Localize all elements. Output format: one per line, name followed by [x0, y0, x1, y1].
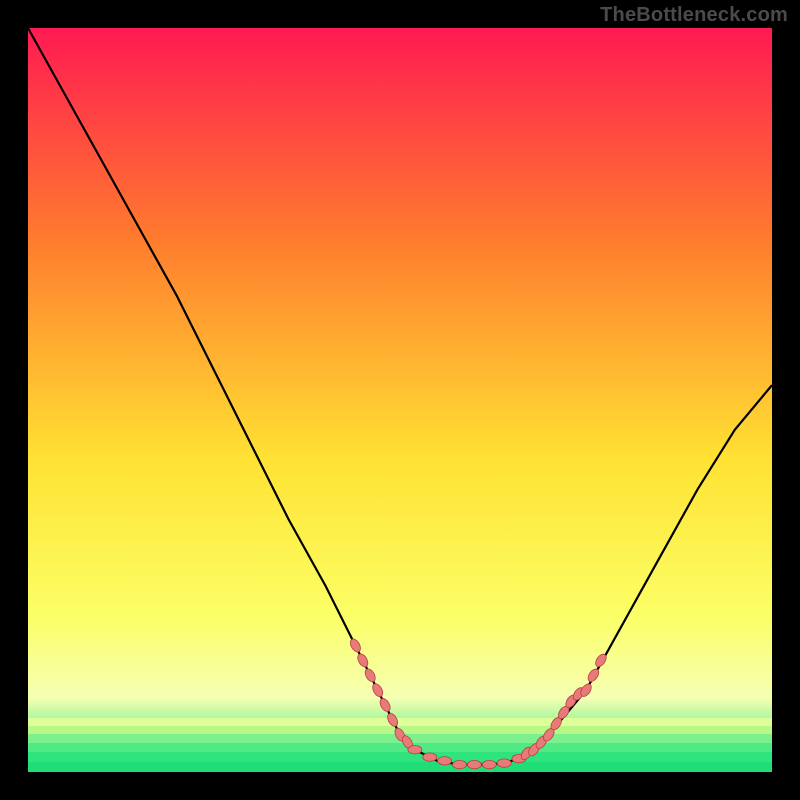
chart-frame: TheBottleneck.com [0, 0, 800, 800]
curve-marker [348, 637, 362, 653]
curve-marker [467, 760, 481, 768]
plot-area [28, 28, 772, 772]
curve-marker [356, 652, 370, 668]
curve-marker [371, 682, 385, 698]
curve-marker [363, 667, 377, 683]
curve-marker [438, 757, 452, 765]
curve-layer [28, 28, 772, 772]
curve-marker [497, 759, 511, 767]
curve-marker [482, 760, 496, 768]
curve-marker [423, 753, 437, 761]
curve-marker [378, 697, 392, 713]
bottleneck-curve [28, 28, 772, 765]
curve-marker [453, 760, 467, 768]
curve-marker [385, 712, 399, 728]
curve-marker [408, 746, 422, 754]
watermark-text: TheBottleneck.com [600, 4, 788, 27]
curve-markers [348, 637, 608, 768]
